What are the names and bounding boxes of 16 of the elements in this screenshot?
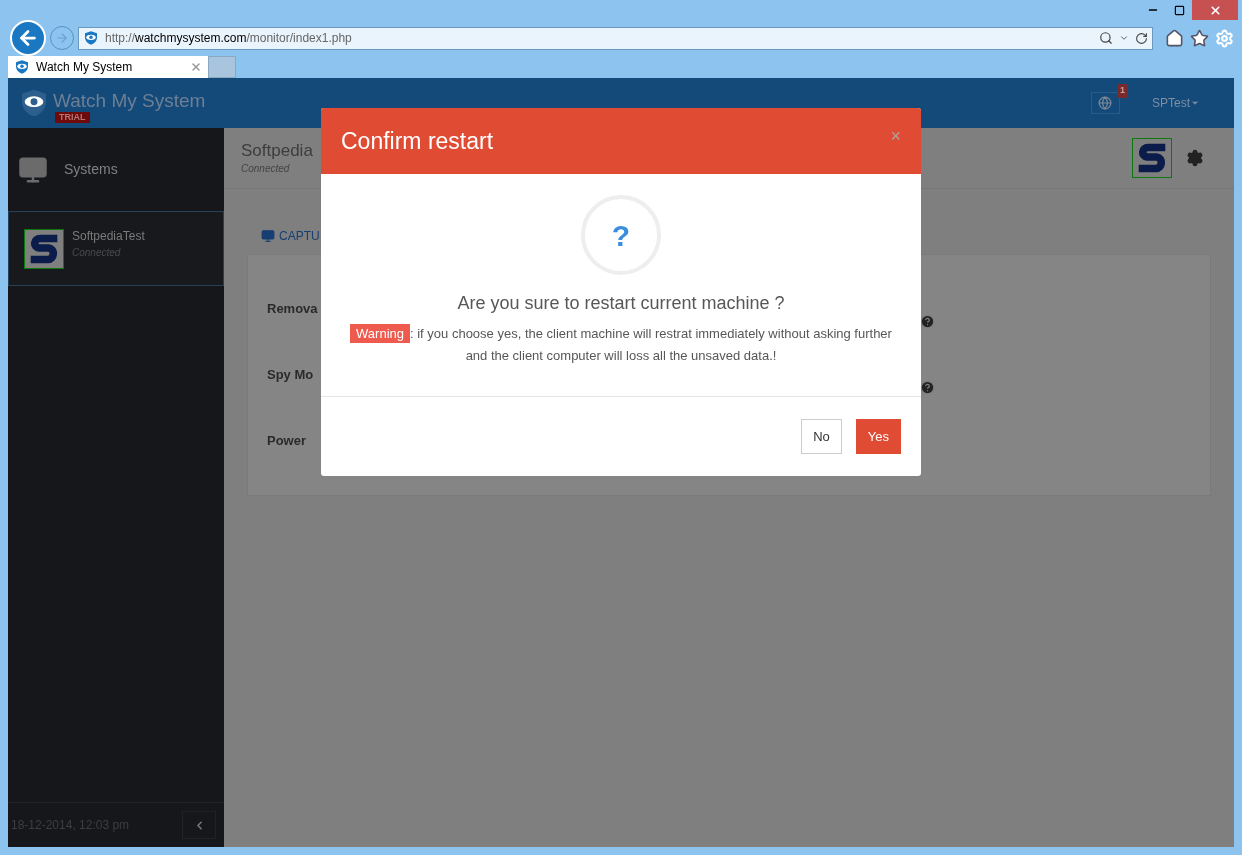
dialog-title: Confirm restart [341, 126, 495, 156]
brand-title: Watch My System [53, 89, 206, 112]
trial-badge: TRIAL [55, 111, 90, 123]
notification-count: 1 [1116, 84, 1128, 98]
connection-status: Connected [241, 161, 291, 176]
tab-title: Watch My System [36, 59, 134, 76]
setting-label: Spy Mo [267, 366, 314, 384]
sidebar-title: Systems [64, 160, 118, 179]
question-mark: ? [611, 217, 631, 254]
warning-message: : if you choose yes, the client machine will restrat immediately without asking further and the client computer will loss all the unsaved data.! [410, 326, 892, 363]
setting-label: Remova [267, 300, 318, 318]
system-name: SoftpediaTest [72, 228, 145, 245]
setting-label: Power [267, 432, 306, 450]
dialog-question: Are you sure to restart current machine ? [457, 292, 785, 315]
system-title: Softpedia [241, 140, 313, 161]
warning-tag: Warning [350, 324, 410, 343]
